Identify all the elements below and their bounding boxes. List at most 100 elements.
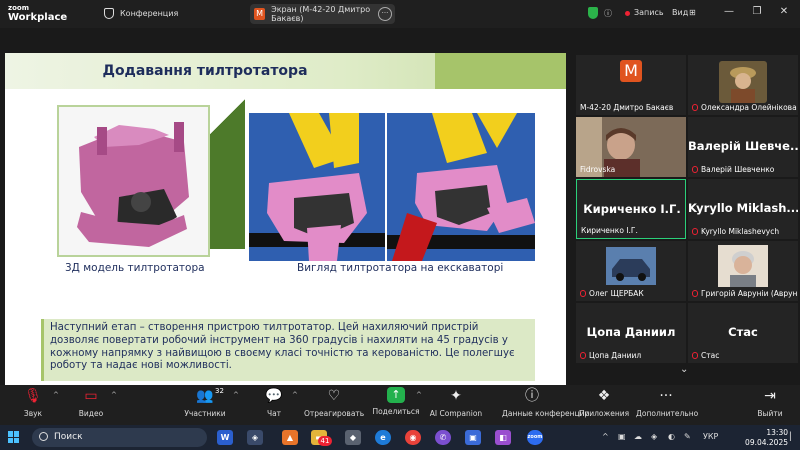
encryption-shield-icon[interactable] bbox=[588, 7, 598, 19]
screen-share-indicator[interactable]: M Экран (М-42-20 Дмитро Бакаєв) ··· bbox=[250, 4, 395, 24]
apps-button[interactable]: ❖ Приложения bbox=[574, 387, 634, 418]
app-icon[interactable]: ◧ bbox=[495, 430, 511, 445]
car-photo-drawing bbox=[606, 247, 656, 285]
tray-icon[interactable]: ◈ bbox=[651, 432, 657, 441]
participant-tile[interactable]: Fidrovska bbox=[576, 117, 686, 177]
participant-big-name: Цопа Даниил bbox=[586, 325, 676, 339]
participant-tile[interactable]: M М-42-20 Дмитро Бакаєв bbox=[576, 55, 686, 115]
caption-3d-model: 3Д модель тилтротатора bbox=[65, 262, 205, 274]
share-button[interactable]: ↑ Поделиться ^ bbox=[366, 387, 426, 416]
close-icon[interactable]: ✕ bbox=[777, 6, 791, 20]
participant-big-name: Стас bbox=[728, 325, 758, 339]
mic-muted-icon: 🎙 bbox=[24, 388, 42, 404]
conference-label[interactable]: Конференция bbox=[120, 9, 178, 18]
participant-name: Стас bbox=[701, 351, 720, 360]
mic-muted-icon bbox=[692, 104, 698, 111]
presentation-slide: Додавання тилтротатора 3Д модель тилтрот… bbox=[5, 53, 566, 396]
gallery-next-page-icon[interactable]: ⌄ bbox=[680, 364, 688, 375]
participant-name: Fidrovska bbox=[580, 165, 616, 174]
participant-tile[interactable]: Олександра Олейнікова bbox=[688, 55, 798, 115]
participant-tile[interactable]: Цопа Даниил Цопа Даниил bbox=[576, 303, 686, 363]
taskbar-search[interactable]: Поиск bbox=[32, 428, 207, 447]
excavator-drawing-1 bbox=[249, 113, 385, 261]
chevron-up-icon[interactable]: ^ bbox=[53, 391, 59, 399]
viber-app-icon[interactable]: ✆ bbox=[435, 430, 451, 445]
excavator-view-image-1 bbox=[249, 113, 385, 261]
notifications-icon[interactable]: ▏ bbox=[790, 432, 796, 441]
minimize-icon[interactable]: — bbox=[722, 6, 736, 20]
react-button[interactable]: ♡ Отреагировать bbox=[304, 387, 364, 418]
participants-count: 32 bbox=[215, 387, 224, 395]
chevron-up-icon[interactable]: ^ bbox=[292, 391, 298, 399]
app-icon[interactable]: ◈ bbox=[247, 430, 263, 445]
meeting-shield-icon[interactable] bbox=[104, 8, 114, 19]
ai-companion-button[interactable]: ✦ AI Companion bbox=[426, 387, 486, 418]
meeting-info-button[interactable]: ⓘ Данные конференции bbox=[502, 387, 590, 418]
chat-button[interactable]: 💬 Чат ^ bbox=[244, 387, 304, 418]
mic-muted-icon bbox=[580, 290, 586, 297]
slide-body-text: Наступний етап – створення пристрою тилт… bbox=[41, 319, 535, 381]
app-icon[interactable]: ◆ bbox=[345, 430, 361, 445]
more-button[interactable]: ··· Дополнительно bbox=[636, 387, 699, 418]
audio-label: Звук bbox=[23, 409, 43, 418]
video-button[interactable]: ▭ Видео ^ bbox=[61, 387, 121, 418]
cloud-icon[interactable]: ☁ bbox=[634, 432, 642, 441]
apps-label: Приложения bbox=[578, 409, 630, 418]
windows-start-icon[interactable] bbox=[8, 431, 20, 443]
video-off-icon: ▭ bbox=[84, 388, 98, 404]
language-indicator[interactable]: УКР bbox=[703, 432, 718, 441]
edge-app-icon[interactable]: e bbox=[375, 430, 391, 445]
participant-tile[interactable]: Олег ЩЕРБАК bbox=[576, 241, 686, 301]
search-icon bbox=[39, 432, 48, 441]
zoom-app-icon[interactable]: zoom bbox=[527, 430, 543, 445]
participant-name: Цопа Даниил bbox=[589, 351, 642, 360]
logo-workplace-text: Workplace bbox=[8, 12, 68, 23]
taskbar-clock[interactable]: 13:30 09.04.2025 bbox=[738, 428, 788, 448]
mic-muted-icon bbox=[580, 352, 586, 359]
sharer-avatar-icon: M bbox=[254, 8, 266, 20]
audio-button[interactable]: 🎙 Звук ^ bbox=[3, 387, 63, 418]
mic-muted-icon bbox=[692, 290, 698, 297]
info-icon[interactable]: ⓘ bbox=[604, 8, 612, 19]
tray-icon[interactable]: ◐ bbox=[668, 432, 675, 441]
meeting-info-label: Данные конференции bbox=[502, 409, 590, 418]
participants-icon: 👥 bbox=[196, 388, 214, 404]
clock-time: 13:30 bbox=[766, 428, 788, 437]
chrome-badge: 41 bbox=[318, 436, 332, 446]
participant-photo bbox=[606, 247, 656, 285]
tray-icon[interactable]: ▣ bbox=[618, 432, 626, 441]
participant-tile[interactable]: Kyryllo Miklash... Kyryllo Miklashevych bbox=[688, 179, 798, 239]
tray-chevron-icon[interactable]: ^ bbox=[602, 432, 609, 441]
participant-tile[interactable]: Стас Стас bbox=[688, 303, 798, 363]
word-app-icon[interactable]: W bbox=[217, 430, 233, 445]
participant-tile[interactable]: Григорій Авруніи (Аврун... bbox=[688, 241, 798, 301]
tiltrotator-3d-model-image bbox=[57, 105, 210, 257]
slide-header: Додавання тилтротатора bbox=[5, 53, 566, 89]
chevron-up-icon[interactable]: ^ bbox=[233, 391, 239, 399]
participant-tile[interactable]: Валерій Шевче... Валерій Шевченко bbox=[688, 117, 798, 177]
participant-big-name: Кириченко І.Г. bbox=[583, 202, 681, 216]
chevron-up-icon[interactable]: ^ bbox=[416, 391, 422, 399]
participant-photo bbox=[719, 61, 767, 103]
share-options-icon[interactable]: ··· bbox=[378, 7, 392, 21]
app-icon[interactable]: ▣ bbox=[465, 430, 481, 445]
participant-tile-active-speaker[interactable]: Кириченко І.Г. Кириченко І.Г. bbox=[576, 179, 686, 239]
restore-icon[interactable]: ❐ bbox=[750, 6, 764, 20]
leave-button[interactable]: ⇥ Выйти bbox=[740, 387, 800, 418]
participant-big-name: Kyryllo Miklash... bbox=[688, 201, 798, 215]
participant-name: Григорій Авруніи (Аврун... bbox=[701, 289, 798, 298]
exit-door-icon: ⇥ bbox=[764, 388, 776, 404]
tray-icon[interactable]: ✎ bbox=[684, 432, 691, 441]
more-label: Дополнительно bbox=[636, 409, 699, 418]
chrome-app-icon[interactable]: ◉ bbox=[405, 430, 421, 445]
share-label: Поделиться bbox=[372, 407, 420, 416]
participants-button[interactable]: 👥 32 Участники ^ bbox=[175, 387, 239, 418]
view-grid-icon[interactable]: ⊞ bbox=[689, 8, 696, 17]
meeting-toolbar: 🎙 Звук ^ ▭ Видео ^ 👥 32 Участники ^ 💬 Ча… bbox=[0, 385, 800, 425]
matlab-app-icon[interactable]: ▲ bbox=[282, 430, 298, 445]
view-label[interactable]: Вид bbox=[672, 8, 688, 17]
participant-photo bbox=[718, 245, 768, 287]
chevron-up-icon[interactable]: ^ bbox=[111, 391, 117, 399]
record-label[interactable]: Запись bbox=[634, 8, 664, 17]
info-icon: ⓘ bbox=[525, 388, 539, 404]
